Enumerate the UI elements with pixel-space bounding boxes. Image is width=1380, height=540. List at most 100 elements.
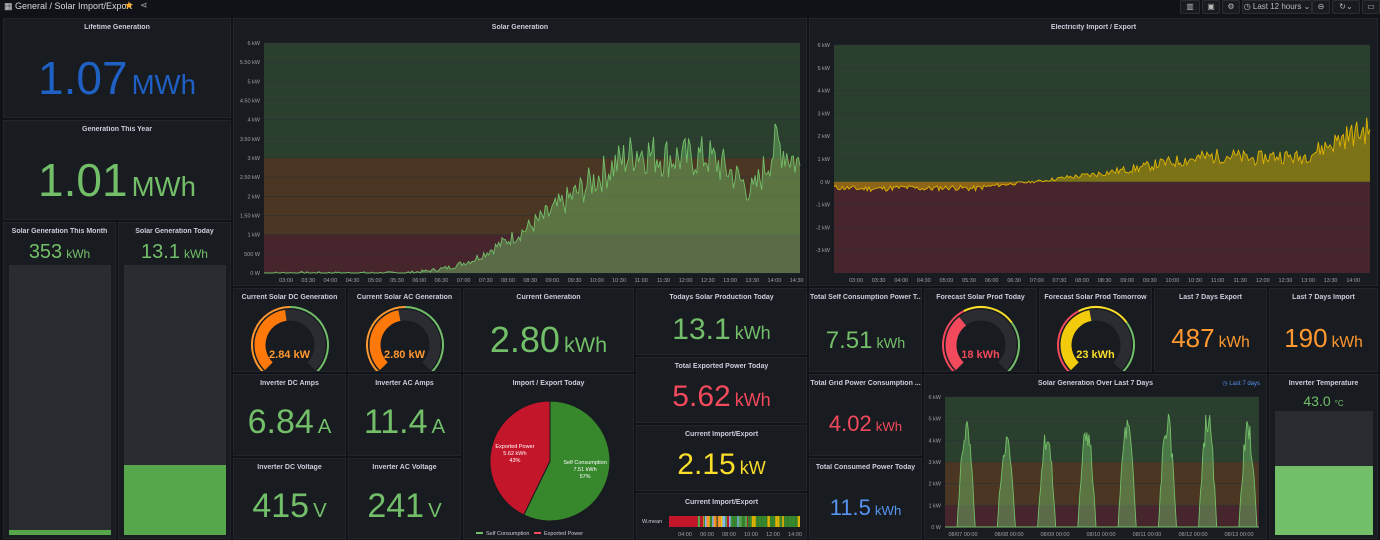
state-timeline-chart[interactable]: W.mean 04:00 06:00 08:00 10:00 12:00 14:00 (637, 494, 807, 539)
panel-title: Inverter Temperature (1288, 380, 1359, 387)
stat-value: 6.84 A (247, 403, 332, 441)
y-tick-label: 1.50 kW (240, 214, 261, 220)
y-tick-label: 2 kW (928, 482, 941, 488)
y-tick-label: 5 kW (928, 417, 941, 423)
stat-value: 13.1 kWh (672, 313, 771, 346)
x-tick-label: 08:00 (501, 278, 515, 284)
electricity-import-export-panel: Electricity Import / Export -3 kW -2 kW -1… (809, 18, 1378, 286)
x-tick-label: 09:00 (1120, 278, 1134, 284)
state-segment (763, 516, 767, 527)
x-tick-label: 03:30 (872, 278, 886, 284)
total-exported-panel: Total Exported Power Today 5.62 kWh (636, 357, 807, 423)
pie-label-value: 5.62 kWh (503, 451, 526, 457)
x-tick-label: 10:00 (1166, 278, 1180, 284)
x-tick-label: 08:30 (1098, 278, 1112, 284)
x-tick-label: 04:00 (678, 532, 692, 538)
state-segment (791, 516, 793, 527)
y-tick-label: 2 kW (817, 134, 830, 140)
x-tick-label: 09:30 (568, 278, 582, 284)
y-tick-label: 5.50 kW (240, 60, 261, 66)
state-segment (700, 516, 703, 527)
dc-generation-gauge-panel: Current Solar DC Generation 2.84 kW (233, 288, 346, 372)
y-tick-label: 3 kW (817, 111, 830, 117)
inverter-ac-amps-panel: Inverter AC Amps 11.4 A (348, 374, 461, 456)
state-segment (725, 516, 728, 527)
state-segment (716, 516, 718, 527)
x-tick-label: 06:30 (1007, 278, 1021, 284)
stat-value: 5.62 kWh (672, 380, 771, 413)
y-tick-label: 1 kW (817, 157, 830, 163)
state-segment (709, 516, 713, 527)
state-segment (705, 516, 707, 527)
x-tick-label: 04:00 (894, 278, 908, 284)
x-tick-label: 12:00 (766, 532, 780, 538)
x-tick-label: 11:00 (635, 278, 648, 284)
panel-title: Solar Generation Today (135, 228, 214, 235)
current-generation-panel: Current Generation 2.80 kWh (463, 288, 634, 372)
breadcrumb[interactable]: ▦ General / Solar Import/Export (4, 1, 132, 12)
x-tick-label: 06:00 (700, 532, 714, 538)
x-tick-label: 05:00 (368, 278, 382, 284)
stat-value: 11.5 kWh (829, 495, 902, 520)
tv-mode-icon[interactable]: ▭ (1362, 0, 1380, 14)
state-segment (779, 516, 783, 527)
gauge-value: 23 kWh (1076, 349, 1115, 361)
refresh-icon[interactable]: ↻⌄ (1332, 0, 1360, 14)
share-icon[interactable]: ⋖ (140, 0, 148, 11)
y-tick-label: 0 W (931, 525, 942, 531)
state-segment (797, 516, 800, 527)
y-tick-label: 4 kW (247, 118, 260, 124)
zoom-out-icon[interactable]: ⊖ (1312, 0, 1330, 14)
add-panel-icon[interactable]: ▥ (1180, 0, 1200, 14)
stat-value: 4.02 kWh (828, 411, 903, 436)
x-tick-label: 10:00 (744, 532, 758, 538)
x-tick-label: 04:30 (917, 278, 931, 284)
import-export-pie-chart[interactable]: Self Consumption7.51 kWh57%Exported Powe… (464, 375, 634, 539)
time-range-picker[interactable]: ◷ Last 12 hours ⌄ (1242, 0, 1312, 14)
state-segment (767, 516, 770, 527)
x-tick-label: 08/08 00:00 (994, 532, 1023, 538)
x-tick-label: 09:30 (1143, 278, 1157, 284)
state-segment (757, 516, 759, 527)
generation-7-days-chart[interactable]: 0 W 1 kW 2 kW 3 kW 4 kW 5 kW 6 kW 08/07 00:00 08… (925, 375, 1267, 539)
y-tick-label: 2 kW (247, 194, 260, 200)
y-tick-label: 3 kW (928, 460, 941, 466)
stat-value: 190 kWh (1284, 323, 1363, 353)
x-tick-label: 10:30 (1188, 278, 1202, 284)
top-bar: ▦ General / Solar Import/Export ★ ⋖ ▥ ▣ … (0, 0, 1380, 14)
solar-generation-chart[interactable]: 0 W 500 W 1 kW 1.50 kW 2 kW 2.50 kW 3 kW 3.50 k… (234, 19, 807, 286)
settings-icon[interactable]: ⚙ (1222, 0, 1240, 14)
state-segment (788, 516, 792, 527)
y-tick-label: -1 kW (816, 203, 831, 209)
y-tick-label: 1 kW (247, 233, 260, 239)
state-segment (722, 516, 726, 527)
x-tick-label: 13:00 (1301, 278, 1315, 284)
gauge-value: 2.80 kW (384, 349, 425, 361)
x-tick-label: 12:30 (1279, 278, 1293, 284)
stat-value: 2.80 kWh (489, 319, 608, 360)
grid-consumption-panel: Total Grid Power Consumption ... 4.02 kWh (809, 374, 922, 456)
state-segment (758, 516, 762, 527)
pie-label-value: 7.51 kWh (573, 467, 596, 473)
x-tick-label: 11:30 (1234, 278, 1247, 284)
current-import-export-stat-panel: Current Import/Export 2.15 kW (636, 425, 807, 491)
state-segment (769, 516, 771, 527)
state-segment (785, 516, 788, 527)
panel-title: Todays Solar Production Today (669, 294, 774, 301)
state-segment (783, 516, 785, 527)
panel-title: Solar Generation This Month (11, 228, 108, 235)
x-tick-label: 11:30 (657, 278, 670, 284)
x-tick-label: 10:00 (590, 278, 604, 284)
panel-title: Lifetime Generation (84, 24, 150, 31)
star-icon[interactable]: ★ (124, 0, 134, 12)
save-icon[interactable]: ▣ (1202, 0, 1220, 14)
lifetime-generation-panel: Lifetime Generation 1.07 MWh (3, 18, 231, 118)
electricity-import-export-chart[interactable]: -3 kW -2 kW -1 kW 0 W 1 kW 2 kW 3 kW 4 kW 5 kW 6 … (810, 19, 1378, 286)
gauge-value: 2.84 kW (269, 349, 310, 361)
stat-value: 2.15 kW (677, 448, 766, 481)
state-segment (718, 516, 721, 527)
pie-label-percent: 57% (580, 474, 591, 480)
state-segment (717, 516, 719, 527)
state-segment (741, 516, 744, 527)
state-segment (766, 516, 768, 527)
